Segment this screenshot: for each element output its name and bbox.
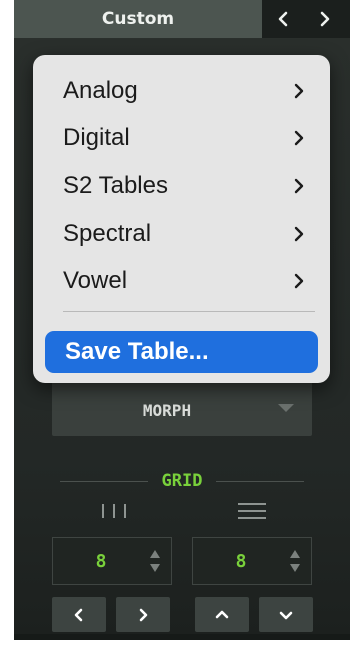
chevron-right-icon (294, 83, 304, 99)
spinner-arrows-icon[interactable] (149, 548, 161, 574)
morph-mode-value: MORPH (142, 400, 192, 420)
menu-item-label: Analog (63, 77, 138, 104)
grid-y-value: 8 (235, 550, 247, 572)
morph-mode-dropdown[interactable]: MORPH (52, 376, 312, 436)
panel-bottom-edge (14, 634, 350, 640)
chevron-right-icon (294, 178, 304, 194)
spinner-arrows-icon[interactable] (289, 548, 301, 574)
horizontal-lines-icon (238, 503, 266, 519)
chevron-right-icon (139, 608, 148, 621)
grid-title: GRID (161, 471, 203, 491)
grid-x-value: 8 (95, 550, 107, 572)
menu-separator (63, 311, 315, 312)
chevron-up-icon (215, 610, 229, 618)
shift-left-button[interactable] (52, 597, 106, 632)
header-bar: Custom (14, 0, 350, 38)
shift-right-button[interactable] (116, 597, 170, 632)
menu-item-vowel[interactable]: Vowel (45, 261, 318, 301)
preset-category-title[interactable]: Custom (14, 0, 262, 38)
wavetable-editor-panel: Custom MORPH GRID 8 8 Analog Digital S2 … (14, 0, 350, 640)
grid-section-header: GRID (14, 468, 350, 494)
shift-down-button[interactable] (259, 597, 313, 632)
grid-y-stepper[interactable]: 8 (192, 537, 312, 585)
wavetable-menu: Analog Digital S2 Tables Spectral Vowel (33, 55, 330, 383)
menu-item-label: Save Table... (65, 338, 209, 365)
chevron-right-icon (320, 11, 330, 27)
save-table-menu-item[interactable]: Save Table... (45, 331, 318, 373)
menu-item-label: Digital (63, 124, 130, 151)
menu-item-s2-tables[interactable]: S2 Tables (45, 166, 318, 206)
chevron-right-icon (294, 130, 304, 146)
divider-line (59, 480, 148, 482)
vertical-lines-icon (102, 504, 126, 518)
chevron-down-icon (279, 611, 293, 619)
chevron-right-icon (294, 273, 304, 289)
menu-item-label: Spectral (63, 220, 152, 247)
menu-item-label: Vowel (63, 267, 128, 294)
menu-item-digital[interactable]: Digital (45, 118, 318, 158)
chevron-left-icon (278, 11, 288, 27)
grid-x-stepper[interactable]: 8 (52, 537, 172, 585)
menu-item-analog[interactable]: Analog (45, 71, 318, 111)
divider-line (216, 480, 305, 482)
previous-button[interactable] (266, 0, 300, 38)
chevron-left-icon (74, 608, 83, 621)
menu-item-label: S2 Tables (63, 172, 168, 199)
next-button[interactable] (308, 0, 342, 38)
shift-up-button[interactable] (195, 597, 249, 632)
menu-item-spectral[interactable]: Spectral (45, 214, 318, 254)
chevron-right-icon (294, 226, 304, 242)
dropdown-arrow-icon (278, 404, 294, 412)
